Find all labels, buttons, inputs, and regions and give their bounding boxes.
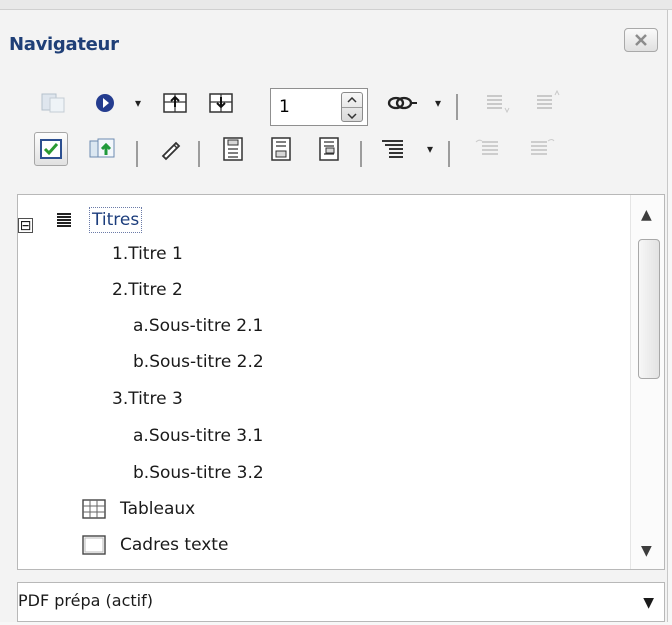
heading-levels-dropdown-icon[interactable]: ▾ xyxy=(424,132,436,166)
promote-level-icon xyxy=(480,86,514,120)
toolbar-row-2: ▾ xyxy=(0,132,668,174)
anchor-text-icon[interactable] xyxy=(312,132,346,166)
next-page-icon[interactable] xyxy=(204,86,238,120)
toolbar-separator xyxy=(136,141,138,167)
content-view-toggle-icon[interactable] xyxy=(34,132,68,166)
footer-icon[interactable] xyxy=(264,132,298,166)
set-reminder-icon[interactable] xyxy=(86,132,120,166)
tree-item[interactable]: a.Sous-titre 3.1 xyxy=(133,419,263,453)
tree-item-label: Cadres texte xyxy=(120,535,229,555)
headings-list-icon xyxy=(57,213,71,227)
tree-item[interactable]: b.Sous-titre 2.2 xyxy=(133,345,264,379)
header-icon[interactable] xyxy=(216,132,250,166)
text-frame-icon xyxy=(82,535,106,555)
document-select-value: PDF prépa (actif) xyxy=(18,591,153,610)
toolbar-row-1: ▾ ▾ xyxy=(0,86,668,128)
scrollbar-thumb[interactable] xyxy=(638,239,660,379)
tree-item-label: b.Sous-titre 3.2 xyxy=(133,463,264,483)
document-select[interactable]: PDF prépa (actif) ▼ xyxy=(17,582,665,622)
drag-mode-dropdown-icon[interactable]: ▾ xyxy=(432,86,444,120)
tree-vertical-scrollbar[interactable]: ▲ ▼ xyxy=(630,195,664,569)
tree-item-label: b.Sous-titre 2.2 xyxy=(133,352,264,372)
window-top-edge xyxy=(0,0,672,10)
navigation-dropdown-icon[interactable]: ▾ xyxy=(132,86,144,120)
toolbar-separator xyxy=(360,141,362,167)
tree-item-label: Tableaux xyxy=(120,499,196,519)
tree-item-label: 3.Titre 3 xyxy=(112,389,183,409)
navigation-icon[interactable] xyxy=(88,86,122,120)
page-number-input[interactable] xyxy=(277,95,335,119)
tree-item[interactable]: 3.Titre 3 xyxy=(112,382,183,416)
tree-root-label[interactable]: Titres xyxy=(88,207,143,233)
tree-item[interactable]: a.Sous-titre 2.1 xyxy=(133,309,263,343)
panel-title: Navigateur xyxy=(9,34,119,55)
toggle-navigator-icon[interactable] xyxy=(36,86,70,120)
previous-page-icon[interactable] xyxy=(158,86,192,120)
heading-levels-icon[interactable] xyxy=(376,132,410,166)
tree-item-label: 1.Titre 1 xyxy=(112,244,183,264)
tree-item-label: 2.Titre 2 xyxy=(112,280,183,300)
collapse-titres-icon[interactable]: ⊟ xyxy=(18,218,33,233)
spinner-down-icon[interactable] xyxy=(342,108,362,123)
title-bar: Navigateur xyxy=(0,10,668,72)
scroll-down-icon[interactable]: ▼ xyxy=(641,543,652,559)
chevron-down-icon[interactable]: ▼ xyxy=(643,595,654,611)
tree-item-label: a.Sous-titre 3.1 xyxy=(133,426,264,446)
close-x-icon xyxy=(635,34,647,46)
toolbar-separator xyxy=(198,141,200,167)
tree-root-titres[interactable]: Titres xyxy=(54,203,143,237)
edit-pencil-icon[interactable] xyxy=(154,132,188,166)
tree-item-tableaux[interactable]: Tableaux xyxy=(82,492,195,526)
tree-item-cadres-texte[interactable]: Cadres texte xyxy=(82,528,228,562)
tree-item-label: a.Sous-titre 2.1 xyxy=(133,316,264,336)
table-icon xyxy=(82,499,106,519)
toolbar-separator xyxy=(448,141,450,167)
tree-item[interactable]: 1.Titre 1 xyxy=(112,237,183,271)
tree-item[interactable]: 2.Titre 2 xyxy=(112,273,183,307)
navigator-panel: Navigateur ▾ 1 ▾ ▾ Titres 1.Titre 1 2.Ti… xyxy=(0,10,668,622)
close-button[interactable] xyxy=(624,28,658,52)
drag-mode-icon[interactable] xyxy=(386,86,420,120)
demote-chapter-icon xyxy=(524,132,558,166)
demote-level-icon xyxy=(530,86,564,120)
toolbar-separator xyxy=(456,94,458,120)
promote-chapter-icon xyxy=(472,132,506,166)
spinner-arrows[interactable] xyxy=(341,92,363,122)
scroll-up-icon[interactable]: ▲ xyxy=(641,207,652,223)
tree-item[interactable]: b.Sous-titre 3.2 xyxy=(133,456,264,490)
navigator-tree[interactable]: Titres 1.Titre 1 2.Titre 2 a.Sous-titre … xyxy=(17,194,665,570)
spinner-up-icon[interactable] xyxy=(342,93,362,108)
page-number-spinner[interactable] xyxy=(270,88,368,126)
